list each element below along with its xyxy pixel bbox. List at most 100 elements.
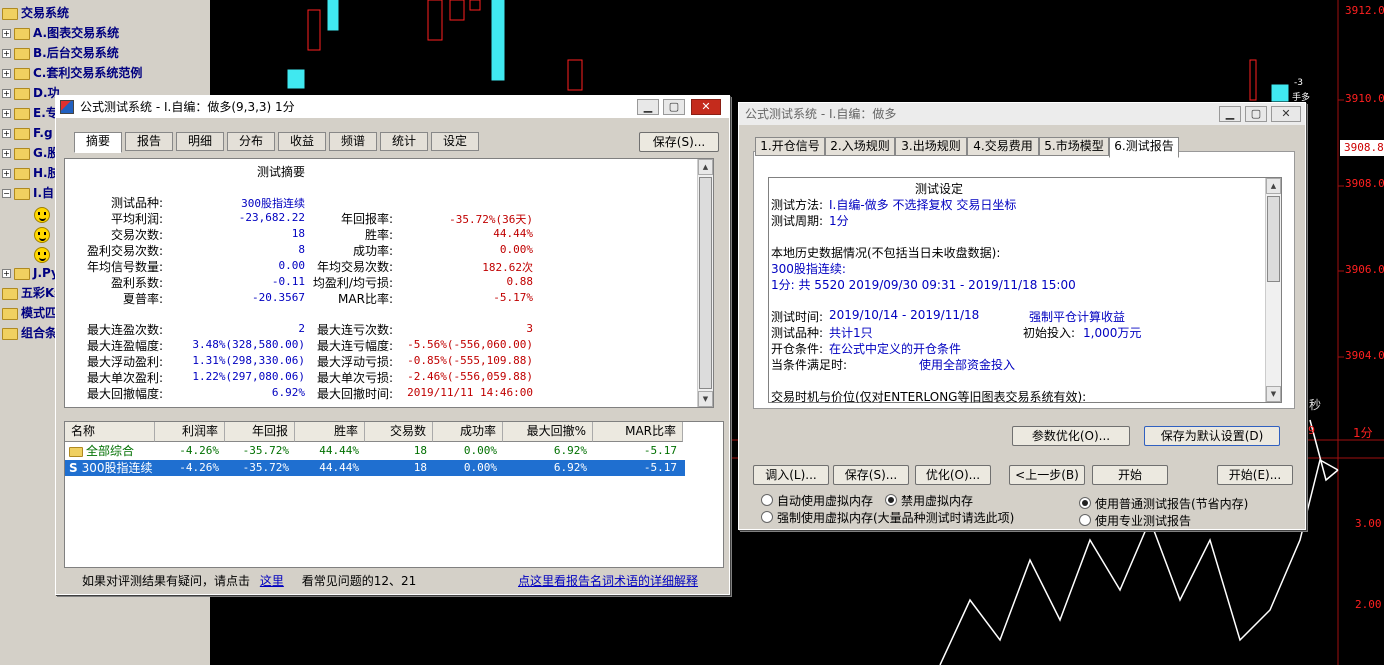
grid-header[interactable]: 最大回撤%: [503, 422, 593, 442]
radio-label[interactable]: 使用普通测试报告(节省内存): [1095, 495, 1248, 512]
tree-item[interactable]: + J.Py: [2, 263, 59, 283]
expand-icon[interactable]: +: [2, 49, 11, 58]
summary-label: 最大单次亏损:: [316, 371, 393, 385]
window-titlebar[interactable]: 公式测试系统 - I.自编：做多(9,3,3) 1分 ▁ ▢ ✕: [56, 96, 729, 118]
expand-icon[interactable]: +: [2, 129, 11, 138]
radio-label[interactable]: 使用专业测试报告: [1095, 512, 1191, 529]
candle: [1271, 84, 1289, 102]
grid-header[interactable]: MAR比率: [593, 422, 683, 442]
optimize-button[interactable]: 优化(O)...: [915, 465, 991, 485]
tree-item[interactable]: + F.g: [2, 123, 53, 143]
tab-0[interactable]: 摘要: [74, 132, 122, 153]
summary-value: 0.88: [506, 275, 534, 288]
expand-icon[interactable]: +: [2, 169, 11, 178]
radio-label[interactable]: 强制使用虚拟内存(大量品种测试时请选此项): [777, 509, 1014, 526]
summary-value: -5.17%: [493, 291, 533, 304]
radio-button[interactable]: [761, 494, 773, 506]
grid-header[interactable]: 年回报: [225, 422, 295, 442]
tree-item[interactable]: + G.股: [2, 143, 59, 163]
tree-item[interactable]: + E.专: [2, 103, 58, 123]
expand-icon[interactable]: +: [2, 109, 11, 118]
radio-button[interactable]: [761, 511, 773, 523]
radio-button[interactable]: [885, 494, 897, 506]
maximize-button[interactable]: ▢: [1245, 106, 1267, 122]
grid-header[interactable]: 名称: [65, 422, 155, 442]
expand-icon[interactable]: +: [2, 149, 11, 158]
tab-2[interactable]: 3.出场规则: [895, 137, 967, 156]
close-button[interactable]: ✕: [691, 99, 721, 115]
start-run-button[interactable]: 开始(E)...: [1217, 465, 1293, 485]
scroll-down-arrow[interactable]: ▼: [698, 391, 713, 407]
glossary-link[interactable]: 点这里看报告名词术语的详细解释: [518, 572, 698, 589]
table-cell: 0.00%: [463, 461, 497, 474]
minimize-button[interactable]: ▁: [637, 99, 659, 115]
tab-4[interactable]: 收益: [278, 132, 326, 151]
price-axis-label: 3912.0: [1345, 4, 1384, 17]
start-button[interactable]: 开始: [1092, 465, 1168, 485]
faq-link[interactable]: 这里: [260, 574, 284, 588]
summary-scrollbar[interactable]: ▲ ▼: [697, 159, 713, 407]
annotation-nine: 9: [1308, 424, 1315, 437]
tab-3[interactable]: 分布: [227, 132, 275, 151]
tree-item[interactable]: − I.自: [2, 183, 54, 203]
scroll-up-arrow[interactable]: ▲: [1266, 178, 1281, 194]
tab-5[interactable]: 6.测试报告: [1109, 137, 1179, 158]
radio-label[interactable]: 禁用虚拟内存: [901, 492, 973, 509]
table-row[interactable]: 全部综合 -4.26% -35.72% 44.44% 18 0.00% 6.92% -5.17: [65, 443, 685, 459]
radio-label[interactable]: 自动使用虚拟内存: [777, 492, 873, 509]
tab-6[interactable]: 统计: [380, 132, 428, 151]
save-button[interactable]: 保存(S)...: [639, 132, 719, 152]
grid-header[interactable]: 成功率: [433, 422, 503, 442]
report-title: 测试设定: [914, 182, 963, 196]
tab-1[interactable]: 报告: [125, 132, 173, 151]
tree-item[interactable]: + B.后台交易系统: [2, 43, 119, 63]
tab-0[interactable]: 1.开仓信号: [755, 137, 825, 156]
save-default-button[interactable]: 保存为默认设置(D): [1144, 426, 1280, 446]
table-row[interactable]: S 300股指连续 -4.26% -35.72% 44.44% 18 0.00% 6.92% -…: [65, 460, 685, 476]
expand-icon[interactable]: +: [2, 269, 11, 278]
radio-button[interactable]: [1079, 497, 1091, 509]
close-button[interactable]: ✕: [1271, 106, 1301, 122]
import-button[interactable]: 调入(L)...: [753, 465, 829, 485]
tree-item[interactable]: + A.图表交易系统: [2, 23, 119, 43]
tab-4[interactable]: 5.市场模型: [1039, 137, 1109, 156]
smiley-icon[interactable]: [34, 227, 50, 243]
expand-icon[interactable]: +: [2, 69, 11, 78]
grid-header[interactable]: 利润率: [155, 422, 225, 442]
expand-icon[interactable]: +: [2, 29, 11, 38]
candle: [327, 0, 339, 31]
report-scrollbar[interactable]: ▲ ▼: [1265, 178, 1281, 402]
param-optimize-button[interactable]: 参数优化(O)...: [1012, 426, 1130, 446]
prev-step-button[interactable]: <上一步(B): [1009, 465, 1085, 485]
tab-3[interactable]: 4.交易费用: [967, 137, 1039, 156]
minimize-button[interactable]: ▁: [1219, 106, 1241, 122]
tree-item[interactable]: + C.套利交易系统范例: [2, 63, 142, 83]
tree-item[interactable]: + H.肢: [2, 163, 60, 183]
tab-2[interactable]: 明细: [176, 132, 224, 151]
tab-1[interactable]: 2.入场规则: [825, 137, 895, 156]
smiley-icon[interactable]: [34, 247, 50, 263]
tab-5[interactable]: 频谱: [329, 132, 377, 151]
smiley-icon[interactable]: [34, 207, 50, 223]
tree-item[interactable]: 模式匹: [2, 303, 57, 323]
window-titlebar[interactable]: 公式测试系统 - I.自编：做多 ▁ ▢ ✕: [739, 103, 1305, 125]
expand-icon[interactable]: +: [2, 89, 11, 98]
tree-item[interactable]: 组合条: [2, 323, 57, 343]
scroll-up-arrow[interactable]: ▲: [698, 159, 713, 175]
init-invest-value: 1,000万元: [1083, 326, 1142, 340]
tab-7[interactable]: 设定: [431, 132, 479, 151]
expand-icon[interactable]: −: [2, 189, 11, 198]
summary-label: 均盈利/均亏损:: [312, 276, 393, 290]
grid-header[interactable]: 胜率: [295, 422, 365, 442]
app-icon: [60, 100, 74, 114]
save-button[interactable]: 保存(S)...: [833, 465, 909, 485]
scroll-thumb[interactable]: [1267, 196, 1280, 282]
tree-item[interactable]: + D.功: [2, 83, 60, 103]
grid-header[interactable]: 交易数: [365, 422, 433, 442]
scroll-thumb[interactable]: [699, 177, 712, 389]
tree-root[interactable]: 交易系统: [2, 3, 69, 23]
radio-button[interactable]: [1079, 514, 1091, 526]
period-label[interactable]: 1分: [1353, 424, 1373, 441]
scroll-down-arrow[interactable]: ▼: [1266, 386, 1281, 402]
maximize-button[interactable]: ▢: [663, 99, 685, 115]
